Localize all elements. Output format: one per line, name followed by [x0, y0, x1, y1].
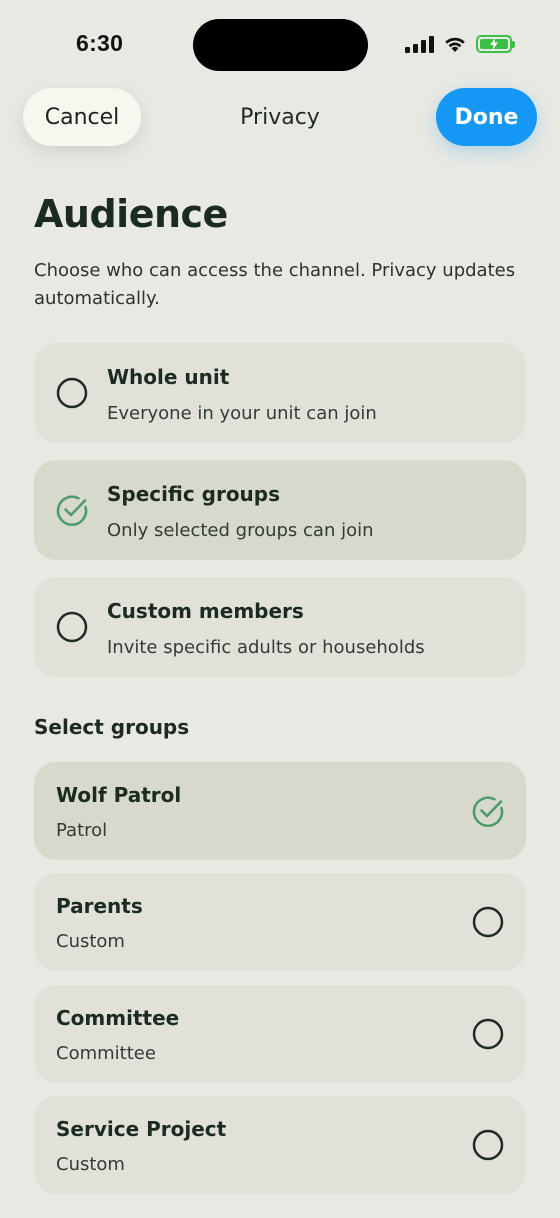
- radio-unchecked-icon: [472, 906, 504, 938]
- group-item-wolf-patrol[interactable]: Wolf Patrol Patrol: [34, 762, 526, 860]
- group-name: Wolf Patrol: [56, 783, 182, 807]
- option-subtitle: Everyone in your unit can join: [107, 403, 377, 424]
- cellular-signal-icon: [405, 35, 434, 53]
- option-title: Whole unit: [107, 365, 230, 389]
- dynamic-island: [193, 19, 368, 71]
- radio-unchecked-icon: [56, 611, 88, 643]
- check-circle-icon: [56, 495, 88, 526]
- check-circle-icon: [472, 796, 504, 827]
- radio-unchecked-icon: [472, 1018, 504, 1050]
- audience-description: Choose who can access the channel. Priva…: [34, 260, 516, 309]
- option-subtitle: Only selected groups can join: [107, 520, 374, 541]
- option-title: Custom members: [107, 599, 304, 623]
- group-type: Committee: [56, 1043, 156, 1064]
- group-type: Custom: [56, 1154, 125, 1175]
- group-name: Committee: [56, 1006, 180, 1030]
- audience-heading: Audience: [34, 192, 228, 236]
- option-subtitle: Invite specific adults or households: [107, 637, 425, 658]
- wifi-icon: [445, 37, 465, 52]
- group-type: Patrol: [56, 820, 108, 841]
- option-title: Specific groups: [107, 482, 281, 506]
- radio-unchecked-icon: [472, 1129, 504, 1161]
- audience-option-custom-members[interactable]: Custom members Invite specific adults or…: [34, 577, 526, 677]
- done-button[interactable]: Done: [436, 88, 537, 146]
- status-bar: 6:30: [0, 0, 560, 90]
- group-item-committee[interactable]: Committee Committee: [34, 985, 526, 1083]
- status-icons: [405, 35, 515, 53]
- group-item-service-project[interactable]: Service Project Custom: [34, 1096, 526, 1194]
- select-groups-label: Select groups: [34, 715, 190, 739]
- status-time: 6:30: [76, 30, 124, 56]
- audience-option-specific-groups[interactable]: Specific groups Only selected groups can…: [34, 460, 526, 560]
- radio-unchecked-icon: [56, 377, 88, 409]
- battery-charging-icon: [476, 35, 515, 53]
- group-name: Parents: [56, 894, 143, 918]
- audience-option-whole-unit[interactable]: Whole unit Everyone in your unit can joi…: [34, 343, 526, 443]
- group-name: Service Project: [56, 1117, 227, 1141]
- group-item-parents[interactable]: Parents Custom: [34, 873, 526, 971]
- group-type: Custom: [56, 931, 125, 952]
